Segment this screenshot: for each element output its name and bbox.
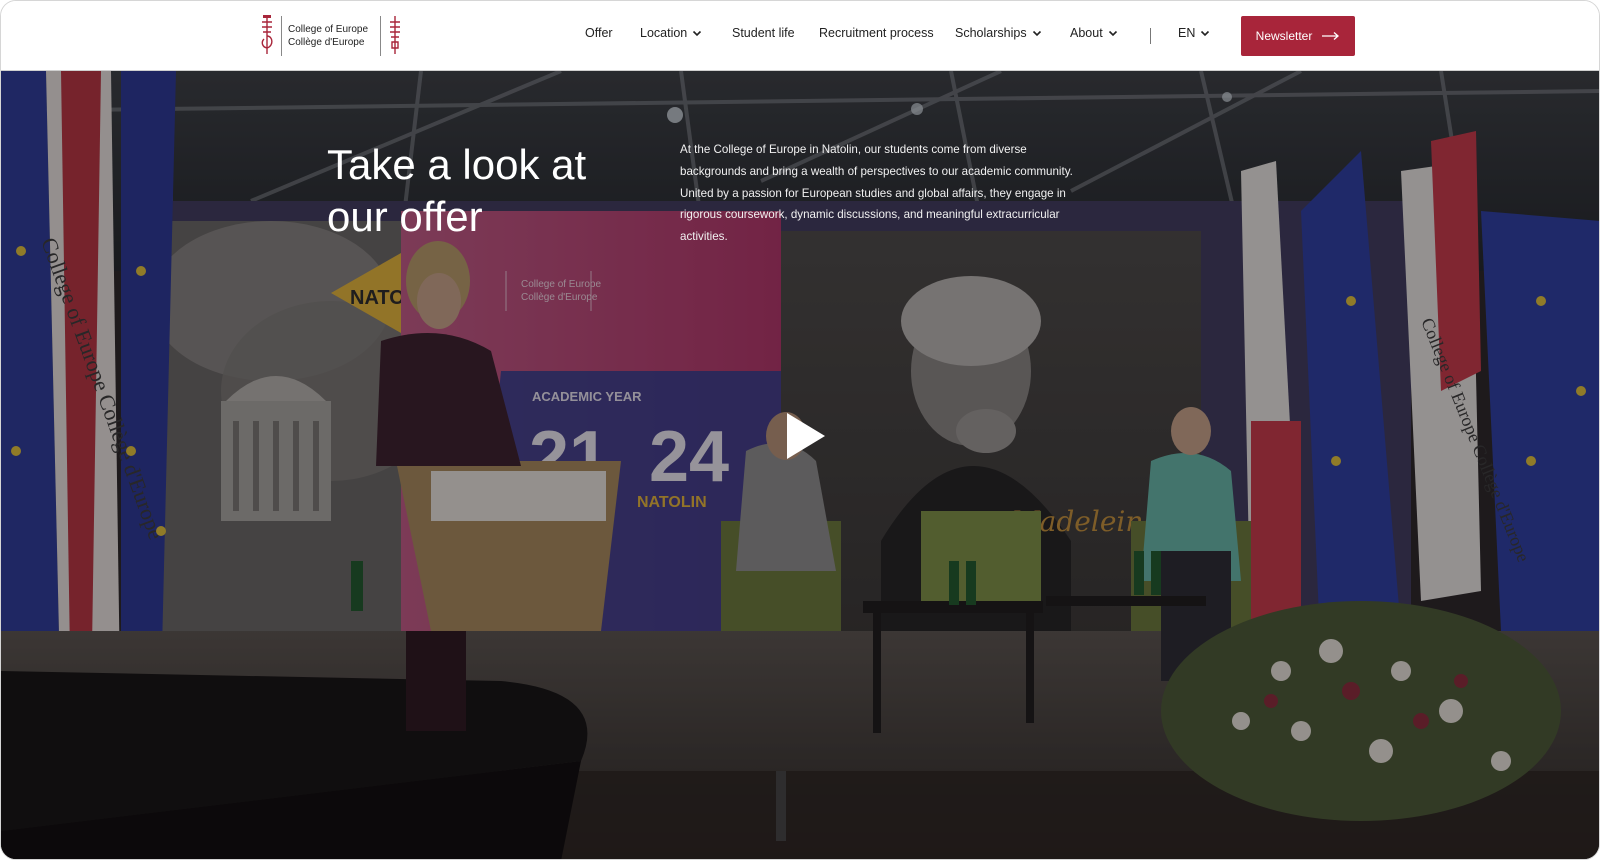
browser-frame: College of Europe Collège d'Europe Offer… xyxy=(0,0,1600,860)
chevron-down-icon xyxy=(1201,30,1210,37)
newsletter-button[interactable]: Newsletter xyxy=(1241,16,1355,56)
nav-separator xyxy=(1150,28,1151,44)
nav-label: Offer xyxy=(585,26,613,40)
nav-offer[interactable]: Offer xyxy=(585,26,613,40)
language-label: EN xyxy=(1178,26,1196,40)
logo-divider xyxy=(380,16,382,56)
nav-scholarships[interactable]: Scholarships xyxy=(955,26,1042,40)
hero-description: At the College of Europe in Natolin, our… xyxy=(680,143,1073,244)
chevron-down-icon xyxy=(693,30,702,37)
nav-label: Student life xyxy=(732,26,795,40)
language-selector[interactable]: EN xyxy=(1178,26,1210,40)
nav-student-life[interactable]: Student life xyxy=(732,26,795,40)
logo-name-fr: Collège d'Europe xyxy=(288,37,365,48)
chevron-down-icon xyxy=(1032,30,1041,37)
nav-recruitment-process[interactable]: Recruitment process xyxy=(819,26,934,40)
hero-video[interactable]: NATOL College of Europe Collège d'Europe… xyxy=(1,71,1599,859)
crest-icon xyxy=(390,16,401,54)
logo-text: College of Europe Collège d'Europe xyxy=(288,23,368,49)
crest-icon xyxy=(261,15,273,54)
arrow-right-icon xyxy=(1322,32,1340,40)
chevron-down-icon xyxy=(1108,30,1117,37)
nav-label: About xyxy=(1070,26,1103,40)
nav-label: Recruitment process xyxy=(819,26,934,40)
nav-location[interactable]: Location xyxy=(640,26,702,40)
hero-title: Take a look at our offer xyxy=(327,141,587,240)
nav-about[interactable]: About xyxy=(1070,26,1118,40)
college-logo[interactable]: College of Europe Collège d'Europe xyxy=(259,13,403,59)
play-icon[interactable] xyxy=(783,411,827,461)
site-header: College of Europe Collège d'Europe Offer… xyxy=(1,1,1599,71)
logo-name-en: College of Europe xyxy=(288,24,369,35)
nav-label: Scholarships xyxy=(955,26,1027,40)
nav-label: Location xyxy=(640,26,688,40)
newsletter-label: Newsletter xyxy=(1255,29,1313,43)
logo-divider xyxy=(281,16,282,56)
